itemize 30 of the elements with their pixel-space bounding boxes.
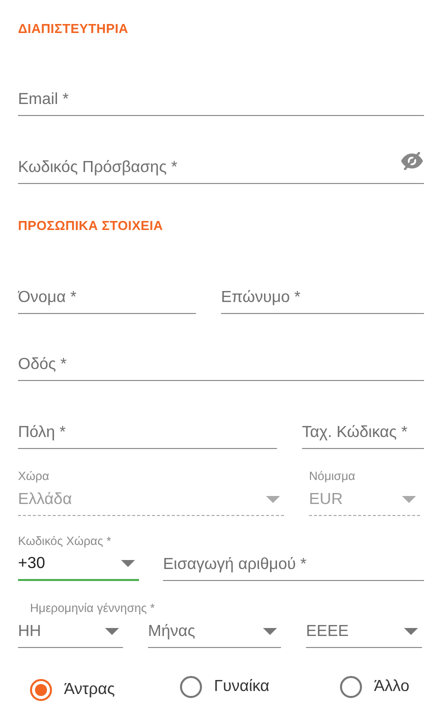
day-select[interactable]: ΗΗ [18,616,123,648]
field-label: Χώρα [18,468,50,484]
eye-slash-icon[interactable] [400,152,424,170]
gender-option[interactable]: Άντρας [30,678,115,700]
radio-icon[interactable] [30,678,52,700]
section-heading: ΔΙΑΠΙΣΤΕΥΤΗΡΙΑ [18,21,128,36]
year-select[interactable]: ΕΕΕΕ [306,616,422,648]
month-select[interactable]: Μήνας [148,616,281,648]
street-field[interactable]: Οδός * [18,349,424,380]
gender-option[interactable]: Άλλο [340,676,410,698]
caret-icon [263,628,277,636]
caret-icon [266,496,280,504]
email-field[interactable]: Email * [18,84,424,115]
phone-field[interactable]: Εισαγωγή αριθμού * [163,549,424,580]
field-label: Κωδικός Χώρας * [18,533,112,549]
caret-icon [402,496,416,504]
caret-icon [105,628,119,636]
caret-icon [121,560,135,568]
gender-option[interactable]: Γυναίκα [180,676,270,698]
country-code-select[interactable]: +30 [18,549,139,581]
radio-icon[interactable] [340,676,362,698]
city-field[interactable]: Πόλη * [18,417,277,448]
radio-icon[interactable] [180,676,202,698]
field-label: Νόμισμα [309,468,356,484]
field-label: Ημερομηνία γέννησης * [29,600,156,616]
section-heading: ΠΡΟΣΩΠΙΚΑ ΣΤΟΙΧΕΙΑ [18,218,163,233]
password-field[interactable]: Κωδικός Πρόσβασης * [18,152,400,183]
caret-icon [404,628,418,636]
last-name-field[interactable]: Επώνυμο * [221,282,424,313]
postal-code-field[interactable]: Ταχ. Κώδικας * [302,417,424,448]
